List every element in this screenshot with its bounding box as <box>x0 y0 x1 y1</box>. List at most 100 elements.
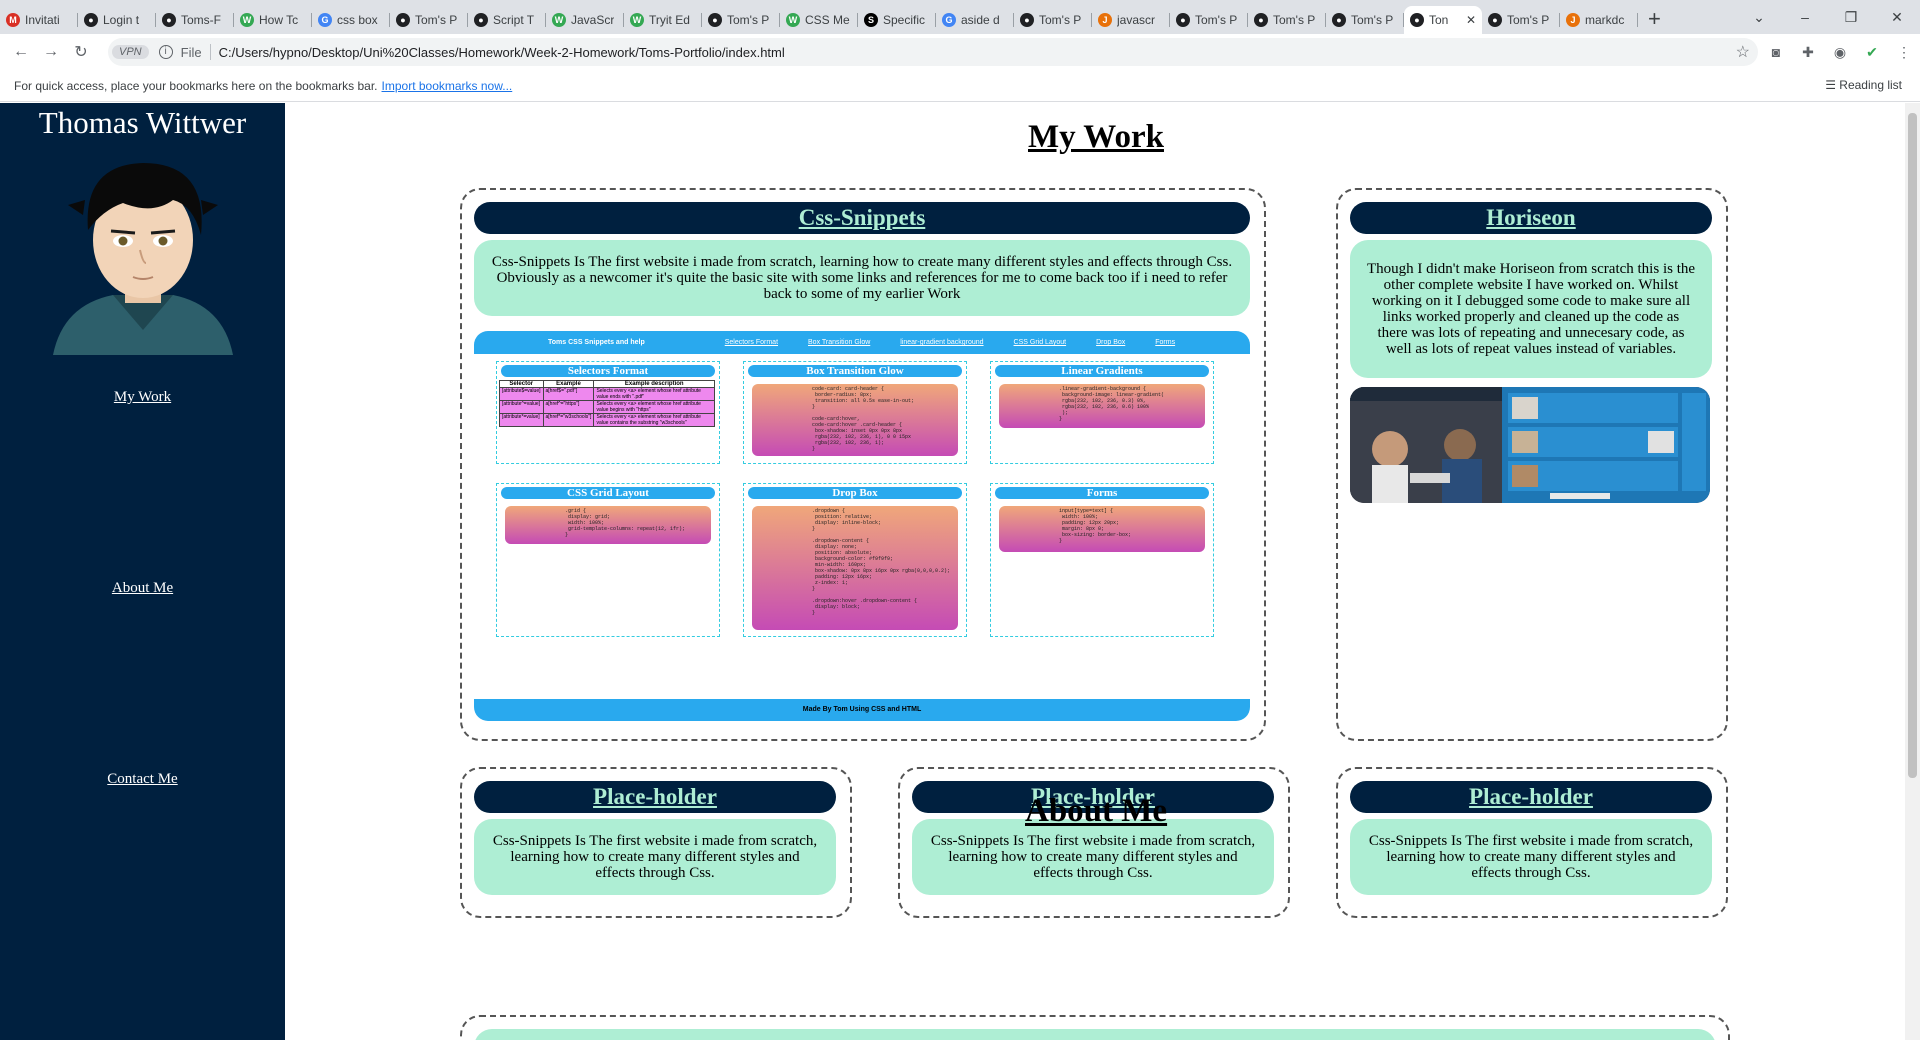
browser-tab[interactable]: Jjavascr <box>1092 6 1170 34</box>
card-description: Css-Snippets Is The first website i made… <box>474 819 836 895</box>
bookmark-star-icon[interactable]: ☆ <box>1736 42 1750 62</box>
reading-list-label: Reading list <box>1839 78 1902 92</box>
browser-tab[interactable]: W How Tc <box>234 6 312 34</box>
bookmarks-hint: For quick access, place your bookmarks h… <box>14 78 378 93</box>
css-snippets-screenshot[interactable]: Toms CSS Snippets and help Selectors For… <box>474 331 1250 721</box>
puzzle-icon[interactable]: ✚ <box>1792 44 1824 61</box>
browser-tab[interactable]: Gaside d <box>936 6 1014 34</box>
globe-icon: ● <box>396 13 410 27</box>
import-bookmarks-link[interactable]: Import bookmarks now... <box>382 79 513 93</box>
tab-search-icon[interactable]: ⌄ <box>1736 9 1782 26</box>
card-title-link[interactable]: Place-holder <box>474 781 836 813</box>
preview-code-block: .linear-gradient-background { background… <box>999 384 1205 428</box>
nav-link-my-work[interactable]: My Work <box>0 389 285 406</box>
browser-tab[interactable]: S Specific <box>858 6 936 34</box>
minimize-icon[interactable]: – <box>1782 9 1828 25</box>
table-cell: Selects every <a> element whose href att… <box>593 400 715 414</box>
browser-tab[interactable]: ● Login t <box>78 6 156 34</box>
browser-tab[interactable]: ● Tom's P <box>1326 6 1404 34</box>
google-icon: G <box>318 13 332 27</box>
browser-tab[interactable]: Gcss box <box>312 6 390 34</box>
author-name: Thomas Wittwer <box>38 105 247 140</box>
browser-tab[interactable]: W JavaScr <box>546 6 624 34</box>
forward-icon[interactable]: → <box>36 43 66 61</box>
card-title-link[interactable]: Horiseon <box>1350 202 1712 234</box>
tab-title: aside d <box>961 13 1000 27</box>
preview-box-grid: CSS Grid Layout .grid { display: grid; w… <box>496 483 720 637</box>
tab-title: Tom's P <box>1351 13 1394 27</box>
browser-tab[interactable]: ● Tom's P <box>1248 6 1326 34</box>
scrollbar-thumb[interactable] <box>1908 113 1917 778</box>
browser-tab[interactable]: M Invitati <box>0 6 78 34</box>
tab-title: Invitati <box>25 13 60 27</box>
my-work-heading: My Work <box>1028 119 1164 155</box>
project-card-horiseon: Horiseon Though I didn't make Horiseon f… <box>1336 188 1728 741</box>
reading-list-button[interactable]: ☰ Reading list <box>1825 78 1902 92</box>
page-scrollbar[interactable] <box>1905 103 1920 1040</box>
reload-icon[interactable]: ↻ <box>66 42 96 62</box>
table-cell: a[href$=".pdf"] <box>542 387 595 401</box>
address-bar[interactable]: VPN i File C:/Users/hypno/Desktop/Uni%20… <box>108 38 1758 66</box>
menu-icon[interactable]: ⋮ <box>1888 44 1920 61</box>
vpn-badge[interactable]: VPN <box>112 45 149 59</box>
browser-tab[interactable]: ● Tom's P <box>1170 6 1248 34</box>
globe-icon: ● <box>1410 13 1424 27</box>
nav-link-contact-me[interactable]: Contact Me <box>0 771 285 788</box>
tab-title: Tom's P <box>1273 13 1316 27</box>
globe-icon: ● <box>1176 13 1190 27</box>
browser-tab[interactable]: ● Tom's P <box>390 6 468 34</box>
browser-tab[interactable]: ● Script T <box>468 6 546 34</box>
sidebar: Thomas Wittwer My Work About Me Contact … <box>0 103 285 1040</box>
preview-nav-item: Selectors Format <box>724 339 779 346</box>
back-icon[interactable]: ← <box>6 43 36 61</box>
close-window-icon[interactable]: ✕ <box>1874 9 1920 26</box>
card-description: Css-Snippets Is The first website i made… <box>1350 819 1712 895</box>
tab-title: JavaScr <box>571 13 615 27</box>
wikihow-icon: W <box>552 13 566 27</box>
browser-tab[interactable]: Jmarkdc <box>1560 6 1638 34</box>
preview-box-title: Box Transition Glow <box>748 365 962 377</box>
github-icon: ● <box>162 13 176 27</box>
preview-code-block: input[type=text] { width: 100%; padding:… <box>999 506 1205 552</box>
restore-icon[interactable]: ❐ <box>1828 9 1874 26</box>
browser-tab-strip: M Invitati ● Login t ● Toms-F W How Tc Gcss box ●… <box>0 0 1920 34</box>
globe-icon: ● <box>1254 13 1268 27</box>
slides-icon: J <box>1566 13 1580 27</box>
browser-tab[interactable]: ● Ton ✕ <box>1404 6 1482 34</box>
project-card-placeholder-2: Place-holder Css-Snippets Is The first w… <box>898 767 1290 918</box>
tab-title: Tom's P <box>727 13 770 27</box>
wikihow-icon: W <box>630 13 644 27</box>
browser-tab[interactable]: ● Tom's P <box>702 6 780 34</box>
preview-nav-item: Box Transition Glow <box>808 339 871 346</box>
card-title-link[interactable]: Css-Snippets <box>474 202 1250 234</box>
info-icon[interactable]: i <box>158 45 173 59</box>
window-controls: ⌄ – ❐ ✕ <box>1736 0 1920 34</box>
extension-icon[interactable]: ◙ <box>1760 44 1792 60</box>
card-title-link[interactable]: Place-holder <box>1350 781 1712 813</box>
browser-tab[interactable]: ● Toms-F <box>156 6 234 34</box>
browser-tab[interactable]: W Tryit Ed <box>624 6 702 34</box>
preview-nav-item: Forms <box>1155 339 1176 346</box>
table-row: [attribute^=value] a[href^="https"] Sele… <box>499 400 715 414</box>
tab-title: css box <box>337 13 378 27</box>
about-me-card <box>460 1015 1730 1040</box>
shield-icon[interactable]: ✔ <box>1856 44 1888 61</box>
close-tab-icon[interactable]: ✕ <box>1466 13 1476 27</box>
new-tab-button[interactable]: + <box>1648 6 1661 32</box>
table-cell: a[href*="w3schools"] <box>542 413 595 427</box>
url-text[interactable]: C:/Users/hypno/Desktop/Uni%20Classes/Hom… <box>219 45 785 60</box>
project-card-placeholder-3: Place-holder Css-Snippets Is The first w… <box>1336 767 1728 918</box>
table-cell: [attribute$=value] <box>499 387 544 401</box>
profile-icon[interactable]: ◉ <box>1824 44 1856 61</box>
browser-tab[interactable]: ● Tom's P <box>1014 6 1092 34</box>
project-card-placeholder-1: Place-holder Css-Snippets Is The first w… <box>460 767 852 918</box>
nav-link-about-me[interactable]: About Me <box>0 580 285 597</box>
browser-tab[interactable]: ● Tom's P <box>1482 6 1560 34</box>
horiseon-screenshot[interactable] <box>1350 387 1710 503</box>
wikihow-icon: W <box>240 13 254 27</box>
browser-tab[interactable]: W CSS Me <box>780 6 858 34</box>
preview-box-title: Selectors Format <box>501 365 715 377</box>
about-me-heading: About Me <box>1025 793 1168 829</box>
selectors-table: Selector Example Example description [at… <box>499 380 715 427</box>
tab-title: Tom's P <box>1039 13 1082 27</box>
